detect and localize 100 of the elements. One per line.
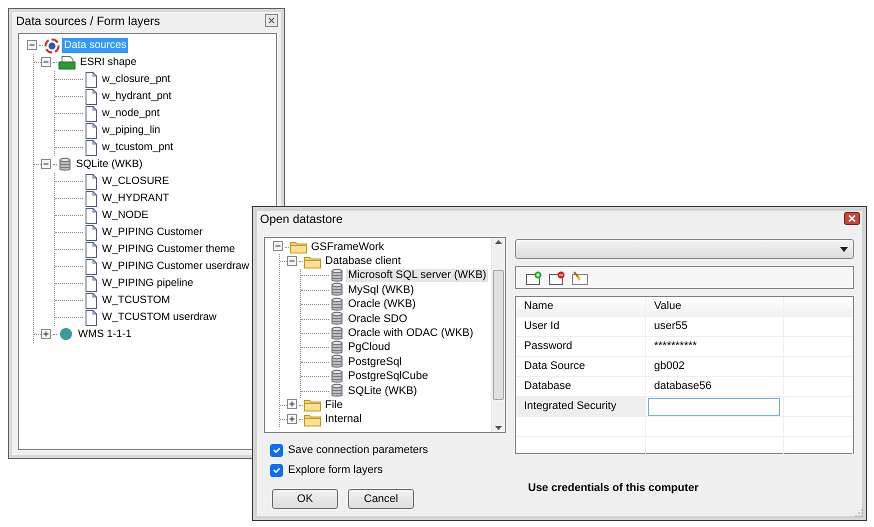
shapefile-icon	[58, 56, 76, 70]
cancel-button[interactable]: Cancel	[348, 489, 414, 509]
tree-item[interactable]: MySql (WKB)	[346, 284, 416, 297]
tree-item[interactable]: W_NODE	[100, 208, 150, 223]
remove-row-icon[interactable]	[549, 270, 565, 284]
tree-item[interactable]: W_PIPING Customer	[100, 225, 205, 240]
expand-toggle[interactable]	[41, 328, 53, 340]
tree-item[interactable]: w_hydrant_pnt	[100, 89, 174, 104]
document-icon	[84, 310, 98, 326]
table-cell: Password	[516, 337, 646, 357]
database-icon	[330, 326, 344, 342]
collapse-toggle[interactable]	[41, 158, 53, 170]
folder-icon	[304, 398, 321, 412]
collapse-toggle[interactable]	[27, 40, 39, 52]
expand-toggle[interactable]	[287, 414, 299, 426]
column-header: Name	[516, 297, 646, 317]
collapse-toggle[interactable]	[287, 256, 299, 268]
collapse-toggle[interactable]	[273, 241, 285, 254]
database-icon	[330, 354, 344, 370]
checkbox[interactable]	[270, 444, 283, 456]
document-icon	[84, 174, 98, 190]
table-cell: gb002	[646, 357, 784, 377]
ok-button[interactable]: OK	[272, 489, 338, 509]
tree-item[interactable]: Oracle (WKB)	[346, 298, 418, 312]
database-icon	[330, 340, 344, 356]
table-cell: **********	[646, 337, 784, 357]
close-icon[interactable]	[844, 212, 860, 225]
panel-title: Data sources / Form layers	[16, 12, 160, 30]
tree-item[interactable]: Oracle with ODAC (WKB)	[346, 327, 476, 340]
tree-item[interactable]: w_node_pnt	[100, 106, 162, 121]
add-row-icon[interactable]	[526, 270, 542, 284]
tree-item[interactable]: W_TCUSTOM userdraw	[100, 310, 219, 325]
document-icon	[84, 224, 98, 240]
tree-item[interactable]: W_PIPING Customer theme	[100, 242, 238, 257]
tree-item[interactable]: W_PIPING Customer userdraw	[100, 259, 252, 274]
tree-item[interactable]: w_piping_lin	[100, 123, 162, 138]
folder-icon	[304, 254, 321, 269]
table-cell: User Id	[516, 317, 646, 337]
collapse-toggle[interactable]	[41, 56, 53, 68]
empty-cell	[784, 417, 853, 437]
database-icon	[330, 383, 344, 400]
document-icon	[84, 190, 98, 206]
down-arrow-icon[interactable]	[495, 426, 502, 430]
database-icon	[330, 311, 344, 328]
tree-item[interactable]: SQLite (WKB)	[346, 384, 420, 398]
empty-cell	[784, 337, 853, 357]
document-icon	[84, 242, 98, 258]
empty-cell	[784, 377, 853, 397]
expand-toggle[interactable]	[287, 399, 299, 412]
document-icon	[84, 292, 98, 308]
resize-grip-icon[interactable]	[855, 509, 863, 517]
tree-item[interactable]: PgCloud	[346, 341, 392, 354]
empty-cell	[784, 317, 853, 337]
checkbox[interactable]	[270, 464, 283, 476]
document-icon	[84, 72, 98, 88]
tree-item[interactable]: W_PIPING pipeline	[100, 276, 196, 291]
document-icon	[84, 140, 98, 156]
document-icon	[84, 258, 98, 274]
database-icon	[330, 282, 344, 298]
tree-item[interactable]: PostgreSqlCube	[346, 370, 430, 384]
document-icon	[84, 122, 98, 138]
tree-item[interactable]: W_CLOSURE	[100, 174, 172, 189]
description-text: Use credentials of this computer	[528, 481, 700, 496]
tree-item[interactable]: WMS 1-1-1	[76, 327, 134, 342]
tree-item[interactable]: w_closure_pnt	[100, 72, 172, 87]
tree-item[interactable]: PostgreSql	[346, 356, 404, 369]
tree-item[interactable]: File	[323, 398, 345, 412]
tree-item[interactable]: SQLite (WKB)	[74, 157, 145, 172]
close-icon[interactable]	[265, 14, 278, 27]
tree-item[interactable]: ESRI shape	[78, 55, 139, 70]
tree-item[interactable]: GSFrameWork	[309, 240, 386, 254]
database-icon	[58, 156, 72, 172]
empty-cell	[784, 357, 853, 377]
table-cell: Integrated Security	[516, 397, 646, 417]
dialog-title: Open datastore	[260, 210, 343, 228]
broom-icon[interactable]	[572, 270, 588, 284]
up-arrow-icon[interactable]	[495, 240, 502, 244]
column-header: Value	[646, 297, 784, 317]
tree-item[interactable]: Internal	[323, 413, 364, 426]
table-cell: user55	[646, 317, 784, 337]
database-icon	[330, 268, 344, 284]
tree-item[interactable]: Oracle SDO	[346, 312, 410, 326]
input-field[interactable]	[648, 398, 780, 416]
circle-arrows-icon	[44, 38, 60, 54]
document-icon	[84, 106, 98, 122]
tree-item[interactable]: W_HYDRANT	[100, 191, 172, 206]
globe-icon	[58, 326, 74, 342]
tree-item[interactable]: Database client	[323, 255, 403, 268]
dropdown[interactable]	[515, 239, 854, 259]
table-cell: Data Source	[516, 357, 646, 377]
tree-item[interactable]: W_TCUSTOM	[100, 293, 172, 308]
tree-item[interactable]: Microsoft SQL server (WKB)	[346, 269, 488, 282]
checkbox-label: Explore form layers	[288, 462, 383, 478]
database-icon	[330, 368, 344, 385]
table-cell: database56	[646, 377, 784, 397]
scrollbar[interactable]	[491, 238, 505, 432]
folder-icon	[304, 412, 321, 427]
checkbox-label: Save connection parameters	[288, 442, 428, 458]
database-icon	[330, 296, 344, 313]
tree-item[interactable]: w_tcustom_pnt	[100, 140, 176, 155]
